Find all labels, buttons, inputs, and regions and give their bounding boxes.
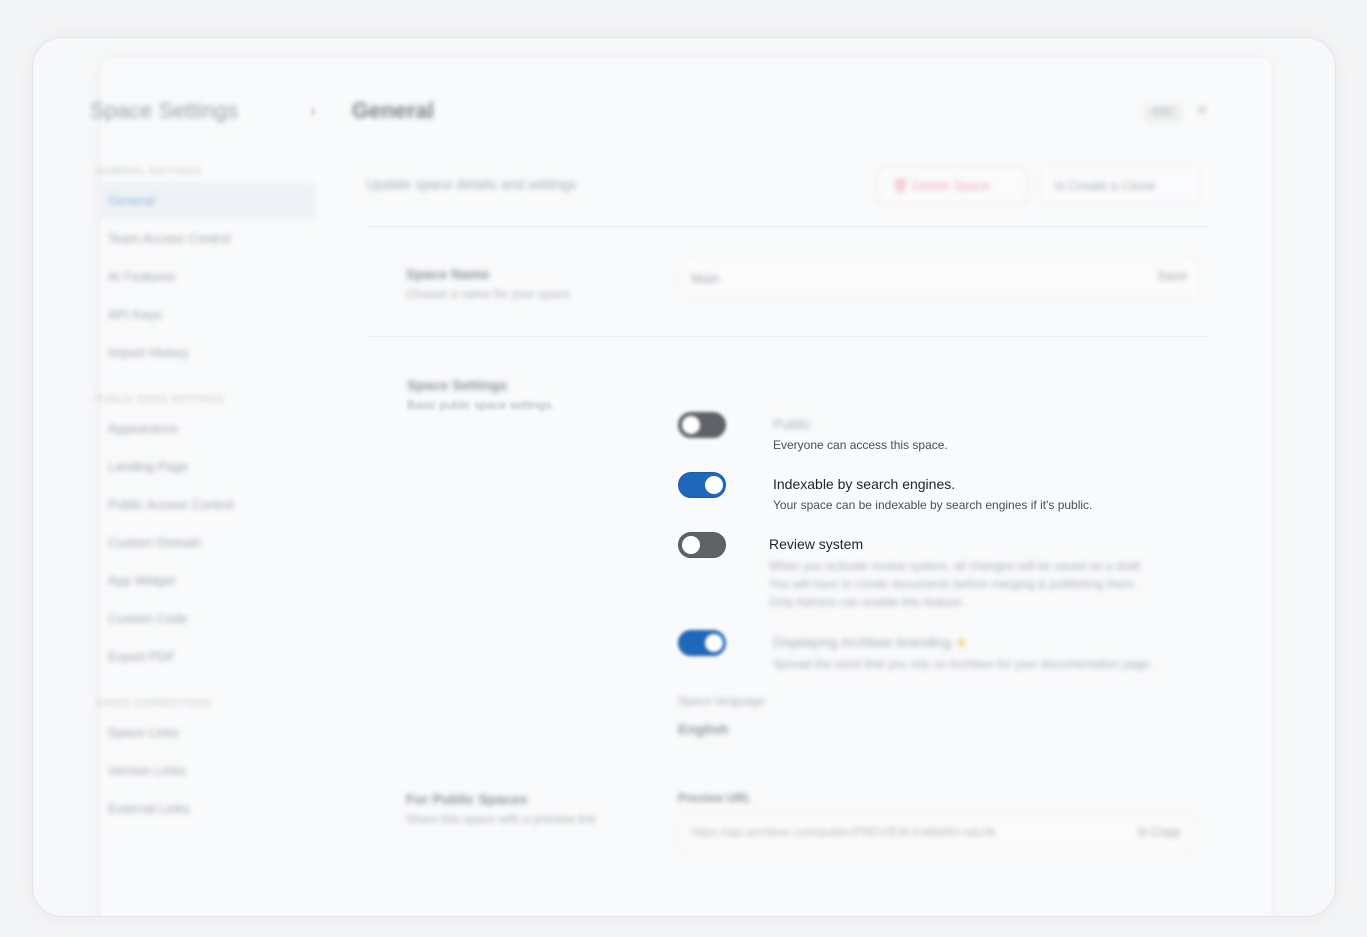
space-settings-title: Space Settings: [407, 377, 508, 393]
esc-badge: ESC: [1144, 104, 1182, 122]
copy-icon: ⧉: [1137, 824, 1148, 839]
sidebar-item-custom-code[interactable]: Custom Code: [96, 600, 316, 638]
chevron-right-icon: ›: [310, 101, 316, 121]
sidebar-section-title: Space Connections: [96, 698, 212, 708]
review-system-toggle[interactable]: [678, 532, 726, 558]
sidebar-item-app-widget[interactable]: App Widget: [96, 562, 316, 600]
close-icon[interactable]: ✕: [1196, 102, 1208, 119]
sidebar-item-public-access-control[interactable]: Public Access Control: [96, 486, 316, 524]
preview-url-field: https://api.archbee.com/public/PREVIEW-E…: [678, 814, 1196, 852]
create-clone-button[interactable]: ⧉ Create a Clone: [1040, 166, 1200, 204]
space-language-select[interactable]: English: [678, 721, 729, 737]
space-settings-description: Basic public space settings.: [407, 398, 555, 412]
sidebar: General Settings General Team Access Con…: [96, 166, 316, 828]
review-system-description-2: You will have to create documents before…: [769, 577, 1137, 591]
divider: [366, 226, 1208, 227]
public-spaces-title: For Public Spaces: [406, 791, 528, 807]
sidebar-item-team-access-control[interactable]: Team Access Control: [96, 220, 316, 258]
save-button[interactable]: Save: [1157, 268, 1187, 283]
sidebar-item-space-links[interactable]: Space Links: [96, 714, 316, 752]
indexable-toggle[interactable]: [678, 472, 726, 498]
delete-space-button[interactable]: 🗑 Delete Space: [877, 166, 1027, 204]
branding-toggle-label: Displaying Archbee branding ★: [773, 634, 968, 651]
branding-label-text: Displaying Archbee branding: [773, 634, 952, 650]
space-name-description: Choose a name for your space: [406, 287, 571, 301]
copy-url-button[interactable]: ⧉ Copy: [1138, 824, 1181, 840]
sidebar-section-title: General Settings: [96, 166, 203, 176]
public-spaces-description: Share this space with a preview link: [406, 812, 597, 826]
indexable-toggle-description: Your space can be indexable by search en…: [773, 498, 1093, 512]
sidebar-section-title: Public Docs Settings: [96, 394, 225, 404]
space-name-field: Save: [678, 258, 1200, 298]
public-toggle[interactable]: [678, 412, 726, 438]
trash-icon: 🗑: [892, 178, 909, 193]
indexable-toggle-label: Indexable by search engines.: [773, 476, 956, 492]
public-toggle-description: Everyone can access this space.: [773, 438, 948, 452]
copy-label: Copy: [1150, 824, 1181, 839]
sidebar-item-external-links[interactable]: External Links: [96, 790, 316, 828]
space-name-input[interactable]: [685, 264, 1133, 292]
sidebar-item-api-keys[interactable]: API Keys: [96, 296, 316, 334]
space-name-title: Space Name: [406, 266, 490, 282]
sidebar-item-ai-features[interactable]: AI Features: [96, 258, 316, 296]
sidebar-item-general[interactable]: General: [96, 182, 316, 220]
sidebar-item-appearance[interactable]: Appearance: [96, 410, 316, 448]
branding-toggle[interactable]: [678, 630, 726, 656]
star-icon: ★: [955, 634, 968, 650]
sidebar-item-version-links[interactable]: Version Links: [96, 752, 316, 790]
preview-url-label: Preview URL: [678, 791, 752, 805]
sidebar-item-custom-domain[interactable]: Custom Domain: [96, 524, 316, 562]
divider: [366, 336, 1208, 337]
review-system-description-1: When you activate review system, all cha…: [769, 559, 1144, 573]
delete-space-label: Delete Space: [912, 178, 991, 193]
copy-icon: ⧉: [1055, 178, 1065, 193]
review-system-description-3: Only Admins can enable this feature.: [769, 595, 965, 609]
sidebar-item-landing-page[interactable]: Landing Page: [96, 448, 316, 486]
space-language-label: Space language: [678, 694, 765, 708]
review-system-label: Review system: [769, 536, 864, 552]
branding-toggle-description: Spread the word that you rely on Archbee…: [773, 657, 1154, 671]
page-subtitle: Update space details and settings: [366, 176, 577, 192]
sidebar-item-import-history[interactable]: Import History: [96, 334, 316, 372]
create-clone-label: Create a Clone: [1067, 178, 1156, 193]
sidebar-item-export-pdf[interactable]: Export PDF: [96, 638, 316, 676]
public-toggle-label: Public: [773, 416, 812, 432]
page-title: General: [352, 98, 434, 123]
breadcrumb-root[interactable]: Space Settings: [90, 98, 238, 124]
preview-url-value[interactable]: https://api.archbee.com/public/PREVIEW-E…: [691, 825, 996, 839]
